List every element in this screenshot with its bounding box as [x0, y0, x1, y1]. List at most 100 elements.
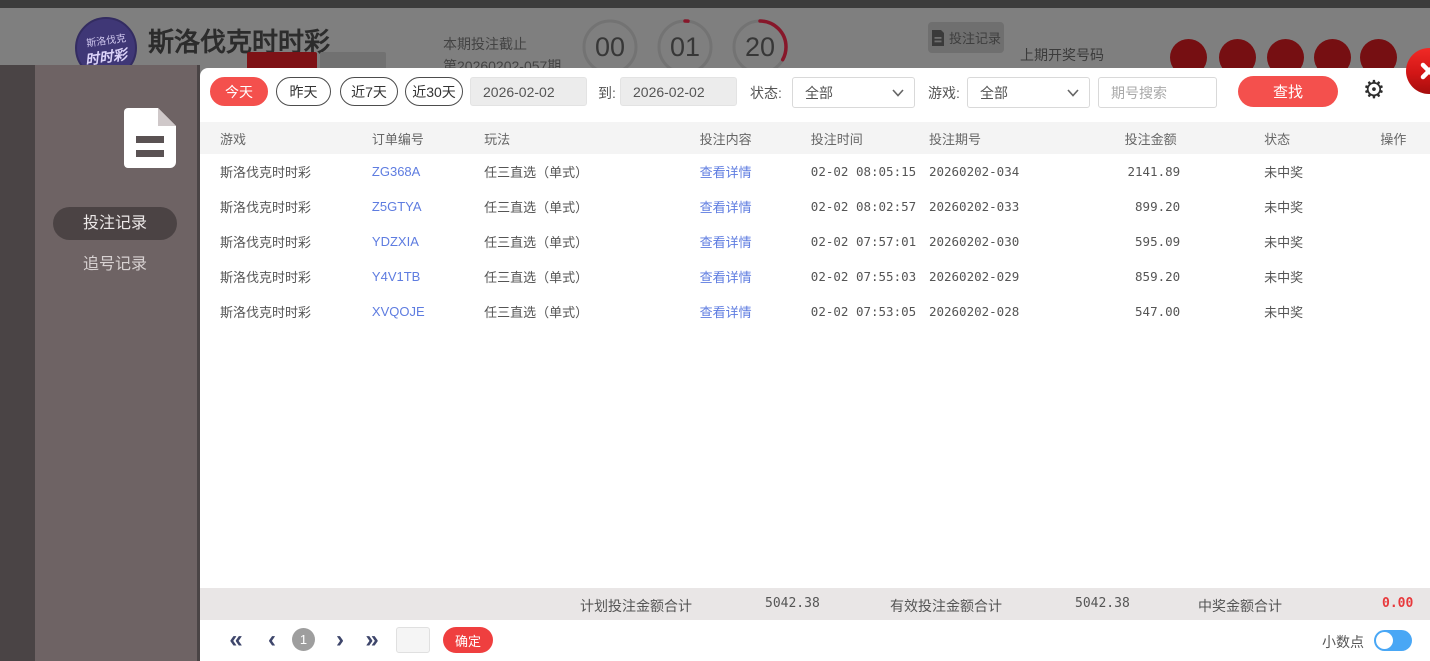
range-yesterday-button[interactable]: 昨天	[276, 77, 331, 106]
range-30days-button[interactable]: 近30天	[405, 77, 463, 106]
cell-play: 任三直选（单式）	[484, 270, 589, 285]
order-id-link[interactable]: Y4V1TB	[372, 269, 420, 284]
view-details-link[interactable]: 查看详情	[700, 200, 752, 215]
search-button[interactable]: 查找	[1238, 76, 1338, 107]
pagination-bar: « ‹ 1 › » 确定 小数点	[200, 620, 1430, 661]
last-page-button[interactable]: »	[358, 625, 386, 655]
table-body: 斯洛伐克时时彩 ZG368A 任三直选（单式） 查看详情 02-02 08:05…	[200, 154, 1430, 329]
col-play: 玩法	[484, 131, 511, 147]
cell-status: 未中奖	[1264, 165, 1304, 180]
order-id-link[interactable]: Z5GTYA	[372, 199, 422, 214]
records-sidebar: 投注记录 追号记录	[35, 65, 197, 661]
table-header-row: 游戏 订单编号 玩法 投注内容 投注时间 投注期号 投注金额 状态 操作	[200, 122, 1430, 154]
status-select-value: 全部	[805, 84, 833, 101]
cell-amount: 899.20	[1135, 199, 1181, 214]
valid-total-value: 5042.38	[1075, 596, 1130, 611]
col-time: 投注时间	[810, 131, 863, 147]
status-select[interactable]: 全部	[792, 77, 915, 108]
cell-play: 任三直选（单式）	[484, 200, 589, 215]
sidebar-item-label: 投注记录	[82, 215, 147, 232]
view-details-link[interactable]: 查看详情	[700, 270, 752, 285]
col-period: 投注期号	[928, 131, 981, 147]
bet-records-modal: 今天 昨天 近7天 近30天 到: 状态: 全部 游戏: 全部 查找 ⚙ 游戏 …	[200, 68, 1430, 661]
summary-bar: 计划投注金额合计 5042.38 有效投注金额合计 5042.38 中奖金额合计…	[200, 588, 1430, 620]
countdown-minutes: 01	[657, 19, 713, 75]
sidebar-item-chase-records[interactable]: 追号记录	[53, 248, 177, 281]
period-search-input[interactable]	[1098, 77, 1217, 108]
cell-game: 斯洛伐克时时彩	[220, 235, 312, 250]
cell-time: 02-02 07:57:01	[810, 234, 917, 249]
game-label: 游戏:	[928, 85, 960, 101]
app-window: 斯洛伐克 时时彩 斯洛伐克时时彩 本期投注截止 第20260202-057期 0…	[0, 0, 1430, 661]
prev-page-button[interactable]: ‹	[258, 625, 286, 655]
cell-amount: 2141.89	[1127, 164, 1181, 179]
cell-status: 未中奖	[1264, 270, 1304, 285]
col-order-id: 订单编号	[371, 131, 424, 147]
table-row: 斯洛伐克时时彩 XVQOJE 任三直选（单式） 查看详情 02-02 07:53…	[200, 294, 1430, 329]
cell-status: 未中奖	[1264, 235, 1304, 250]
table-row: 斯洛伐克时时彩 Z5GTYA 任三直选（单式） 查看详情 02-02 08:02…	[200, 189, 1430, 224]
sidebar-item-bet-records[interactable]: 投注记录	[53, 207, 177, 240]
order-id-link[interactable]: YDZXIA	[372, 234, 419, 249]
view-details-link[interactable]: 查看详情	[700, 235, 752, 250]
cell-status: 未中奖	[1264, 200, 1304, 215]
cell-time: 02-02 08:02:57	[810, 199, 917, 214]
col-action: 操作	[1380, 131, 1407, 147]
range-7days-button[interactable]: 近7天	[340, 77, 398, 106]
decimal-toggle[interactable]	[1374, 630, 1412, 651]
document-icon	[931, 29, 944, 46]
date-to-input[interactable]	[620, 77, 737, 106]
cell-game: 斯洛伐克时时彩	[220, 270, 312, 285]
cell-time: 02-02 07:53:05	[810, 304, 917, 319]
browser-top-strip	[0, 0, 1430, 8]
cell-time: 02-02 08:05:15	[810, 164, 917, 179]
document-icon	[124, 108, 176, 168]
cell-status: 未中奖	[1264, 305, 1304, 320]
last-draw-label: 上期开奖号码	[1020, 47, 1104, 63]
col-amount: 投注金额	[1124, 131, 1177, 147]
bet-records-button-label: 投注记录	[948, 31, 1001, 46]
cell-amount: 547.00	[1135, 304, 1181, 319]
col-status: 状态	[1264, 131, 1291, 147]
range-today-button[interactable]: 今天	[210, 77, 268, 106]
cell-period: 20260202-033	[928, 199, 1020, 214]
cell-game: 斯洛伐克时时彩	[220, 165, 312, 180]
date-from-input[interactable]	[470, 77, 587, 106]
countdown-seconds: 20	[732, 19, 788, 75]
cell-period: 20260202-029	[928, 269, 1020, 284]
chevron-down-icon	[1067, 88, 1079, 97]
col-game: 游戏	[220, 131, 247, 147]
cell-play: 任三直选（单式）	[484, 165, 589, 180]
status-label: 状态:	[750, 85, 782, 101]
decimal-toggle-label: 小数点	[1322, 634, 1364, 650]
view-details-link[interactable]: 查看详情	[700, 305, 752, 320]
confirm-page-button[interactable]: 确定	[443, 627, 493, 653]
cell-period: 20260202-034	[928, 164, 1020, 179]
cell-play: 任三直选（单式）	[484, 305, 589, 320]
table-row: 斯洛伐克时时彩 Y4V1TB 任三直选（单式） 查看详情 02-02 07:55…	[200, 259, 1430, 294]
table-row: 斯洛伐克时时彩 ZG368A 任三直选（单式） 查看详情 02-02 08:05…	[200, 154, 1430, 189]
view-details-link[interactable]: 查看详情	[700, 165, 752, 180]
cell-amount: 595.09	[1135, 234, 1181, 249]
order-id-link[interactable]: ZG368A	[372, 164, 420, 179]
table-row: 斯洛伐克时时彩 YDZXIA 任三直选（单式） 查看详情 02-02 07:57…	[200, 224, 1430, 259]
chevron-down-icon	[892, 88, 904, 97]
game-select[interactable]: 全部	[967, 77, 1090, 108]
cell-amount: 859.20	[1135, 269, 1181, 284]
deadline-label: 本期投注截止	[443, 36, 527, 52]
cell-time: 02-02 07:55:03	[810, 269, 917, 284]
cell-period: 20260202-030	[928, 234, 1020, 249]
order-id-link[interactable]: XVQOJE	[372, 304, 425, 319]
win-total-label: 中奖金额合计	[1198, 598, 1282, 614]
cell-game: 斯洛伐克时时彩	[220, 200, 312, 215]
current-page-indicator[interactable]: 1	[292, 628, 315, 651]
next-page-button[interactable]: ›	[326, 625, 354, 655]
gear-icon[interactable]: ⚙	[1360, 76, 1388, 104]
game-select-value: 全部	[980, 84, 1008, 101]
plan-total-label: 计划投注金额合计	[580, 598, 692, 614]
bet-records-button[interactable]: 投注记录	[928, 22, 1004, 53]
valid-total-label: 有效投注金额合计	[890, 598, 1002, 614]
page-jump-input[interactable]	[396, 627, 430, 653]
first-page-button[interactable]: «	[222, 625, 250, 655]
col-content: 投注内容	[699, 131, 752, 147]
